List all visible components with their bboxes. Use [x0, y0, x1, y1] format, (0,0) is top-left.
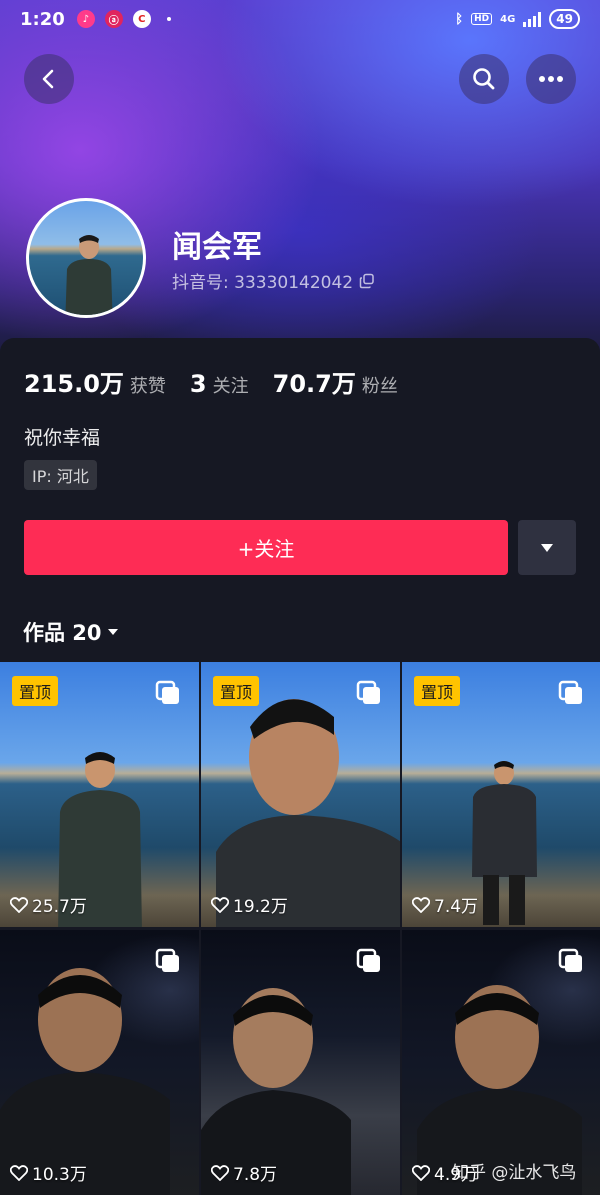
works-label: 作品 20 — [23, 621, 102, 645]
profile-name: 闻会军 — [172, 230, 262, 265]
video-likes-count: 19.2万 — [233, 897, 288, 917]
followers-label[interactable]: 粉丝 — [362, 372, 398, 398]
signal-icon — [523, 11, 542, 27]
avatar[interactable] — [26, 198, 146, 318]
following-count[interactable]: 3 — [190, 370, 207, 398]
likes-count: 215.0万 — [24, 370, 124, 398]
chevron-left-icon — [42, 69, 54, 89]
video-thumbnail[interactable]: 7.8万 — [201, 930, 400, 1195]
follow-button[interactable]: +关注 — [24, 520, 508, 575]
following-label[interactable]: 关注 — [213, 372, 249, 398]
search-icon — [473, 68, 495, 90]
network-type: 4G — [500, 13, 516, 25]
video-thumbnail[interactable]: 10.3万 — [0, 930, 199, 1195]
copy-icon[interactable] — [359, 273, 375, 289]
multi-image-icon — [356, 948, 380, 972]
recommend-dropdown-button[interactable] — [518, 520, 576, 575]
heart-icon — [412, 1164, 430, 1181]
multi-image-icon — [155, 948, 179, 972]
video-likes: 10.3万 — [10, 1160, 87, 1185]
heart-icon — [10, 896, 28, 913]
douyin-id-text: 抖音号: 33330142042 — [172, 273, 354, 293]
bluetooth-icon: ᛒ — [455, 11, 464, 27]
heart-icon — [10, 1164, 28, 1181]
pinned-badge: 置顶 — [12, 676, 59, 706]
heart-icon — [412, 896, 430, 913]
video-likes: 19.2万 — [211, 892, 288, 917]
followers-count[interactable]: 70.7万 — [273, 364, 356, 399]
notification-app-icon: ⓐ — [104, 10, 123, 28]
avatar-person-figure — [65, 235, 113, 315]
person-figure — [472, 761, 537, 925]
douyin-id: 抖音号: 33330142042 — [172, 268, 375, 293]
hd-icon: HD — [471, 13, 493, 25]
video-likes-count: 10.3万 — [32, 1165, 87, 1185]
caret-down-icon — [107, 629, 118, 635]
more-dots-icon — [539, 76, 563, 82]
video-grid: 置顶 25.7万 置顶 19.2万 置顶 7.4万 10.3万 7.8万 4.9… — [0, 662, 600, 1195]
video-likes: 7.8万 — [211, 1160, 277, 1185]
search-button[interactable] — [459, 54, 509, 104]
person-figure — [0, 968, 170, 1195]
heart-icon — [211, 1164, 229, 1181]
music-app-icon: ♪ — [76, 10, 95, 28]
likes-label: 获赞 — [129, 376, 166, 397]
video-likes-count: 7.8万 — [233, 1165, 278, 1185]
profile-stats: 215.0万 获赞 3 关注 70.7万 粉丝 — [24, 364, 422, 399]
video-thumbnail[interactable]: 置顶 25.7万 — [0, 662, 199, 927]
multi-image-icon — [558, 680, 582, 704]
more-button[interactable] — [526, 54, 576, 104]
pinned-badge: 置顶 — [213, 676, 260, 706]
video-thumbnail[interactable]: 4.9万 — [402, 930, 600, 1195]
video-likes-count: 25.7万 — [32, 897, 87, 917]
video-thumbnail[interactable]: 置顶 7.4万 — [402, 662, 600, 927]
multi-image-icon — [558, 948, 582, 972]
multi-image-icon — [155, 680, 179, 704]
works-tab[interactable]: 作品 20 — [23, 617, 118, 647]
profile-bio: 祝你幸福 — [24, 427, 101, 449]
source-watermark: 知乎 @沚水飞鸟 — [452, 1163, 577, 1183]
back-button[interactable] — [24, 54, 74, 104]
video-likes: 25.7万 — [10, 892, 87, 917]
more-notifications-dot — [166, 17, 171, 21]
battery-indicator: 49 — [549, 9, 580, 29]
c-app-icon: C — [132, 10, 151, 28]
status-time: 1:20 — [20, 8, 65, 30]
heart-icon — [211, 896, 229, 913]
video-likes-count: 7.4万 — [434, 897, 479, 917]
status-bar: 1:20 ♪ ⓐ C ᛒ HD 4G 49 — [0, 0, 600, 38]
caret-down-icon — [541, 543, 553, 552]
person-figure — [216, 699, 400, 927]
multi-image-icon — [356, 680, 380, 704]
pinned-badge: 置顶 — [414, 676, 461, 706]
video-likes: 7.4万 — [412, 892, 478, 917]
video-thumbnail[interactable]: 置顶 19.2万 — [201, 662, 400, 927]
ip-location-tag: IP: 河北 — [24, 460, 97, 490]
